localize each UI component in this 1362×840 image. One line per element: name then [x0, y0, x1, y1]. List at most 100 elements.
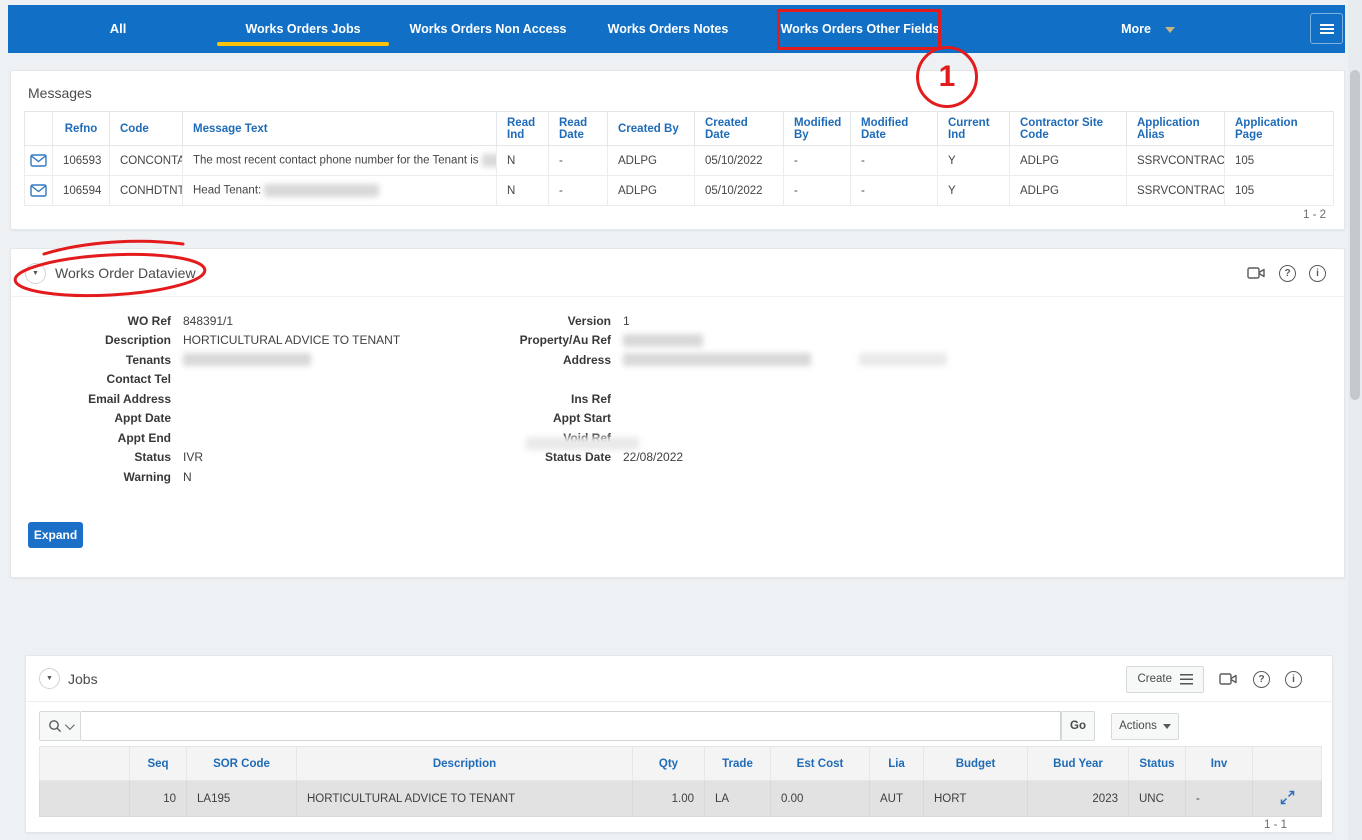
cell-created-date: 05/10/2022	[695, 146, 784, 176]
works-order-dataview-header: ▼ Works Order Dataview ? i	[11, 249, 1344, 297]
wod-right-column: Version1 Property/Au Ref Address Ins Ref…	[341, 311, 981, 467]
top-nav-bar: All Works Orders Jobs Works Orders Non A…	[8, 5, 1345, 53]
address-value	[623, 353, 947, 366]
messages-col-application-alias[interactable]: Application Alias	[1127, 112, 1225, 146]
scrollbar-thumb[interactable]	[1350, 70, 1360, 400]
expand-row-button[interactable]	[1253, 781, 1322, 817]
jobs-col-budget[interactable]: Budget	[924, 747, 1028, 781]
messages-col-created-by[interactable]: Created By	[608, 112, 695, 146]
messages-col-application-page[interactable]: Application Page	[1225, 112, 1334, 146]
help-icon[interactable]: ?	[1253, 671, 1270, 688]
cell-modified-by: -	[784, 146, 851, 176]
jobs-col-trade[interactable]: Trade	[705, 747, 771, 781]
jobs-col-description[interactable]: Description	[297, 747, 633, 781]
field-label: Property/Au Ref	[341, 333, 623, 347]
messages-col-contractor-site-code[interactable]: Contractor Site Code	[1010, 112, 1127, 146]
jobs-header: ▼ Jobs Create ? i	[26, 656, 1332, 702]
actions-button[interactable]: Actions	[1111, 713, 1179, 740]
field-label: Description	[24, 333, 183, 347]
table-row: 106593 CONCONTACT The most recent contac…	[25, 146, 1334, 176]
jobs-col-seq[interactable]: Seq	[130, 747, 187, 781]
messages-header-row: Refno Code Message Text Read Ind Read Da…	[25, 112, 1334, 146]
cell-created-by: ADLPG	[608, 176, 695, 206]
search-options-button[interactable]	[39, 711, 81, 741]
chevron-down-icon	[1163, 724, 1171, 729]
jobs-col-status[interactable]: Status	[1129, 747, 1186, 781]
create-button[interactable]: Create	[1126, 666, 1204, 693]
jobs-col-qty[interactable]: Qty	[633, 747, 705, 781]
messages-col-refno[interactable]: Refno	[53, 112, 110, 146]
hamburger-icon	[1320, 24, 1334, 34]
field-label: Status	[24, 450, 183, 464]
search-input[interactable]	[81, 711, 1061, 741]
cell-inv: -	[1186, 781, 1253, 817]
messages-pagination: 1 - 2	[1303, 209, 1326, 221]
info-icon[interactable]: i	[1285, 671, 1302, 688]
collapse-region-button[interactable]: ▼	[39, 668, 60, 689]
cell-application-page: 105	[1225, 146, 1334, 176]
cell-budget: HORT	[924, 781, 1028, 817]
jobs-col-expand	[1253, 747, 1322, 781]
redacted-text	[264, 184, 379, 197]
envelope-icon[interactable]	[25, 146, 53, 176]
field-label: Warning	[24, 470, 183, 484]
expand-button[interactable]: Expand	[28, 522, 83, 548]
cell-code: CONCONTACT	[110, 146, 183, 176]
create-menu-icon	[1180, 674, 1193, 685]
info-icon[interactable]: i	[1309, 265, 1326, 282]
help-icon[interactable]: ?	[1279, 265, 1296, 282]
tab-works-orders-notes[interactable]: Works Orders Notes	[608, 5, 729, 53]
property-au-ref-value	[623, 334, 703, 347]
jobs-col-inv[interactable]: Inv	[1186, 747, 1253, 781]
cell-modified-by: -	[784, 176, 851, 206]
messages-col-created-date[interactable]: Created Date	[695, 112, 784, 146]
jobs-col-lia[interactable]: Lia	[870, 747, 924, 781]
chevron-down-icon	[65, 720, 75, 730]
redacted-text	[482, 154, 497, 167]
more-menu[interactable]: More	[1121, 5, 1175, 53]
jobs-col-est-cost[interactable]: Est Cost	[771, 747, 870, 781]
cell-contractor-site-code: ADLPG	[1010, 176, 1127, 206]
messages-col-code[interactable]: Code	[110, 112, 183, 146]
annotation-step-circle: 1	[916, 46, 978, 108]
cell-message-text: Head Tenant:	[183, 176, 497, 206]
tab-works-orders-non-access[interactable]: Works Orders Non Access	[409, 5, 566, 53]
envelope-icon[interactable]	[25, 176, 53, 206]
go-button[interactable]: Go	[1061, 711, 1095, 741]
tenants-value	[183, 353, 311, 366]
cell-modified-date: -	[851, 146, 938, 176]
messages-col-message-text[interactable]: Message Text	[183, 112, 497, 146]
video-camera-icon[interactable]	[1219, 672, 1238, 686]
annotation-step-number: 1	[939, 60, 956, 94]
cell-qty: 1.00	[633, 781, 705, 817]
messages-col-current-ind[interactable]: Current Ind	[938, 112, 1010, 146]
collapse-region-button[interactable]: ▼	[25, 263, 46, 284]
status-value: IVR	[183, 450, 203, 464]
field-label: WO Ref	[24, 314, 183, 328]
messages-col-modified-by[interactable]: Modified By	[784, 112, 851, 146]
messages-title: Messages	[28, 85, 92, 101]
cell-bud-year: 2023	[1028, 781, 1129, 817]
cell-sor-code: LA195	[187, 781, 297, 817]
row-drag-handle[interactable]	[40, 781, 130, 817]
cell-lia: AUT	[870, 781, 924, 817]
jobs-table: Seq SOR Code Description Qty Trade Est C…	[39, 746, 1322, 817]
messages-col-read-date[interactable]: Read Date	[549, 112, 608, 146]
table-row: 10 LA195 HORTICULTURAL ADVICE TO TENANT …	[40, 781, 1322, 817]
messages-col-modified-date[interactable]: Modified Date	[851, 112, 938, 146]
cell-refno: 106594	[53, 176, 110, 206]
tab-works-orders-other-fields[interactable]: Works Orders Other Fields	[781, 5, 940, 53]
video-camera-icon[interactable]	[1247, 266, 1266, 280]
jobs-header-row: Seq SOR Code Description Qty Trade Est C…	[40, 747, 1322, 781]
jobs-col-bud-year[interactable]: Bud Year	[1028, 747, 1129, 781]
jobs-col-sor-code[interactable]: SOR Code	[187, 747, 297, 781]
nav-hamburger-button[interactable]	[1310, 13, 1343, 44]
vertical-scrollbar[interactable]	[1348, 0, 1362, 840]
messages-col-read-ind[interactable]: Read Ind	[497, 112, 549, 146]
cell-contractor-site-code: ADLPG	[1010, 146, 1127, 176]
redacted-text	[623, 353, 811, 366]
jobs-pagination: 1 - 1	[1264, 819, 1287, 831]
tab-all[interactable]: All	[110, 5, 127, 53]
cell-application-page: 105	[1225, 176, 1334, 206]
field-label: Email Address	[24, 392, 183, 406]
